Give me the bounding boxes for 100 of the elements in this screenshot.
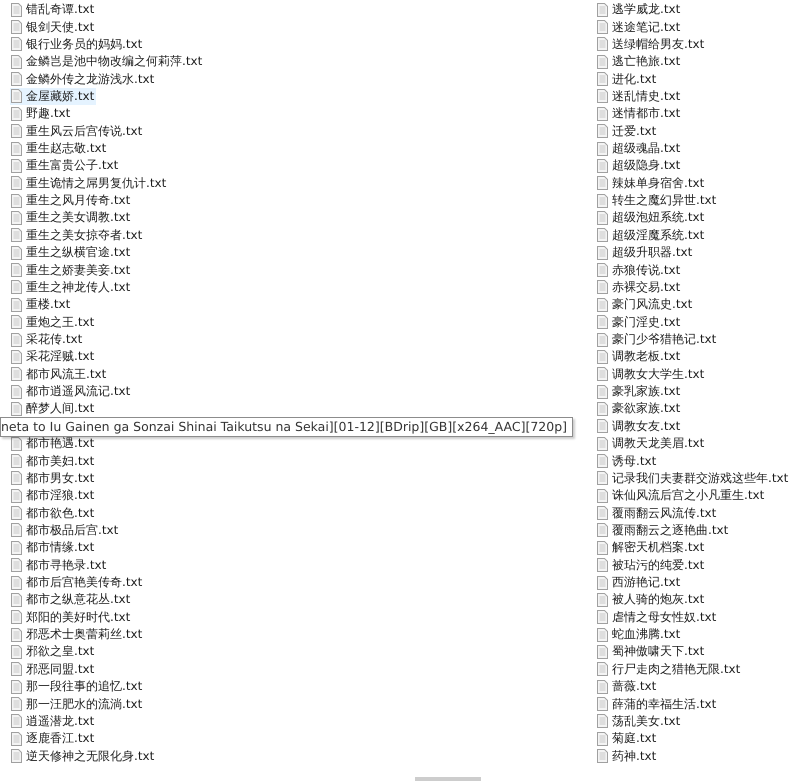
- file-item[interactable]: 重楼.txt: [10, 296, 72, 314]
- file-item[interactable]: 赤裸交易.txt: [596, 278, 682, 296]
- file-item[interactable]: 菊庭.txt: [596, 730, 658, 748]
- file-item[interactable]: 都市欲色.txt: [10, 504, 96, 522]
- file-item[interactable]: 豪乳家族.txt: [596, 383, 682, 400]
- file-item[interactable]: 重炮之王.txt: [10, 314, 96, 331]
- file-item[interactable]: 豪门风流史.txt: [596, 296, 694, 314]
- file-item[interactable]: 都市之纵意花丛.txt: [10, 591, 132, 608]
- file-item[interactable]: 迷乱情史.txt: [596, 88, 682, 105]
- file-item[interactable]: 蔷薇.txt: [596, 678, 658, 696]
- file-item[interactable]: 虐情之母女性奴.txt: [596, 608, 718, 626]
- file-item[interactable]: 薛蒲的幸福生活.txt: [596, 696, 718, 713]
- file-item[interactable]: 金屋藏娇.txt: [10, 88, 96, 105]
- file-item[interactable]: 都市男女.txt: [10, 470, 96, 487]
- file-item[interactable]: 逍遥潜龙.txt: [10, 712, 96, 730]
- file-item[interactable]: 超级升职器.txt: [596, 244, 694, 262]
- file-item[interactable]: 都市风流王.txt: [10, 366, 108, 383]
- file-item[interactable]: 金鳞岂是池中物改编之何莉萍.txt: [10, 53, 204, 70]
- document-icon: [11, 384, 22, 399]
- file-item[interactable]: 诛仙风流后宫之小凡重生.txt: [596, 487, 766, 504]
- document-icon: [11, 714, 22, 728]
- file-item[interactable]: 醉梦人间.txt: [10, 400, 96, 418]
- file-item[interactable]: 逆天修神之无限化身.txt: [10, 748, 156, 765]
- document-icon: [597, 106, 608, 121]
- file-item[interactable]: 重生赵志敬.txt: [10, 140, 108, 158]
- file-item[interactable]: 逐鹿香江.txt: [10, 730, 96, 748]
- document-icon: [11, 506, 22, 520]
- file-item[interactable]: 重生之美女调教.txt: [10, 209, 132, 226]
- file-item[interactable]: 调教天龙美眉.txt: [596, 435, 706, 452]
- file-item[interactable]: 蜀神傲啸天下.txt: [596, 643, 706, 660]
- document-icon: [11, 350, 22, 364]
- file-item[interactable]: 覆雨翻云风流传.txt: [596, 504, 718, 522]
- file-item[interactable]: 荡乱美女.txt: [596, 712, 682, 730]
- file-item[interactable]: 都市寻艳录.txt: [10, 556, 108, 574]
- document-icon: [11, 176, 22, 190]
- file-item[interactable]: 超级魂晶.txt: [596, 140, 682, 158]
- file-item[interactable]: 都市淫狼.txt: [10, 487, 96, 504]
- file-item[interactable]: 邪恶同盟.txt: [10, 660, 96, 678]
- file-item[interactable]: 都市美妇.txt: [10, 452, 96, 470]
- file-item[interactable]: 豪门淫史.txt: [596, 314, 682, 331]
- file-item[interactable]: 逃学威龙.txt: [596, 1, 682, 18]
- document-icon: [597, 158, 608, 173]
- file-item[interactable]: 赤狼传说.txt: [596, 262, 682, 279]
- file-item[interactable]: 采花淫贼.txt: [10, 348, 96, 366]
- file-item[interactable]: 调教女大学生.txt: [596, 366, 706, 383]
- file-item[interactable]: 逃亡艳旅.txt: [596, 53, 682, 70]
- file-item[interactable]: 超级淫魔系统.txt: [596, 226, 706, 244]
- file-item[interactable]: 西游艳记.txt: [596, 574, 682, 592]
- file-item[interactable]: 都市情缘.txt: [10, 539, 96, 556]
- file-item[interactable]: 行尸走肉之猎艳无限.txt: [596, 660, 742, 678]
- file-item[interactable]: 采花传.txt: [10, 331, 84, 348]
- file-item[interactable]: 野趣.txt: [10, 105, 72, 122]
- file-item[interactable]: 郑阳的美好时代.txt: [10, 608, 132, 626]
- file-item[interactable]: 覆雨翻云之逐艳曲.txt: [596, 522, 730, 539]
- file-item[interactable]: 都市艳遇.txt: [10, 435, 96, 452]
- file-item[interactable]: 都市后宫艳美传奇.txt: [10, 574, 144, 592]
- file-item[interactable]: 辣妹单身宿舍.txt: [596, 174, 706, 192]
- file-item[interactable]: 重生风云后宫传说.txt: [10, 122, 144, 140]
- file-item[interactable]: 被人骑的炮灰.txt: [596, 591, 706, 608]
- file-item[interactable]: 迁爱.txt: [596, 122, 658, 140]
- file-item[interactable]: 错乱奇谭.txt: [10, 1, 96, 18]
- document-icon: [597, 644, 608, 659]
- file-item[interactable]: 迷情都市.txt: [596, 105, 682, 122]
- file-item[interactable]: 调教老板.txt: [596, 348, 682, 366]
- file-item[interactable]: 豪欲家族.txt: [596, 400, 682, 418]
- file-item[interactable]: 进化.txt: [596, 70, 658, 88]
- file-item[interactable]: 重生之纵横官途.txt: [10, 244, 132, 262]
- file-item[interactable]: 解密天机档案.txt: [596, 539, 706, 556]
- file-item[interactable]: 送绿帽给男友.txt: [596, 36, 706, 53]
- file-item[interactable]: 银行业务员的妈妈.txt: [10, 36, 144, 53]
- file-item[interactable]: 转生之魔幻异世.txt: [596, 192, 718, 210]
- file-item[interactable]: 迷途笔记.txt: [596, 18, 682, 36]
- file-item[interactable]: 邪恶术士奥蕾莉丝.txt: [10, 626, 144, 644]
- file-item[interactable]: 蛇血沸腾.txt: [596, 626, 682, 644]
- file-item[interactable]: 豪门少爷猎艳记.txt: [596, 331, 718, 348]
- file-item[interactable]: 调教女友.txt: [596, 418, 682, 435]
- file-item[interactable]: 都市极品后宫.txt: [10, 522, 120, 539]
- file-item[interactable]: 银剑天使.txt: [10, 18, 96, 36]
- file-item[interactable]: 重生之风月传奇.txt: [10, 192, 132, 210]
- scrollbar-thumb[interactable]: [415, 777, 481, 781]
- file-item[interactable]: 超级泡妞系统.txt: [596, 209, 706, 226]
- file-item[interactable]: 重生之娇妻美妾.txt: [10, 262, 132, 279]
- file-item[interactable]: 重生之美女掠夺者.txt: [10, 226, 144, 244]
- file-item[interactable]: 重生富贵公子.txt: [10, 157, 120, 174]
- file-item[interactable]: 超级隐身.txt: [596, 157, 682, 174]
- file-item[interactable]: 那一段往事的追忆.txt: [10, 678, 144, 696]
- document-icon: [597, 592, 608, 607]
- file-item[interactable]: 那一汪肥水的流淌.txt: [10, 696, 144, 713]
- file-item[interactable]: 药神.txt: [596, 748, 658, 765]
- file-item[interactable]: 诱母.txt: [596, 452, 658, 470]
- document-icon: [597, 540, 608, 555]
- file-item[interactable]: 邪欲之皇.txt: [10, 643, 96, 660]
- document-icon: [597, 732, 608, 746]
- file-item[interactable]: 都市逍遥风流记.txt: [10, 383, 132, 400]
- file-item[interactable]: 金鳞外传之龙游浅水.txt: [10, 70, 156, 88]
- file-item[interactable]: 重生之神龙传人.txt: [10, 278, 132, 296]
- file-item[interactable]: 被玷污的纯爱.txt: [596, 556, 706, 574]
- document-icon: [11, 402, 22, 416]
- file-item[interactable]: 记录我们夫妻群交游戏这些年.txt: [596, 470, 790, 487]
- file-item[interactable]: 重生诡情之屌男复仇计.txt: [10, 174, 168, 192]
